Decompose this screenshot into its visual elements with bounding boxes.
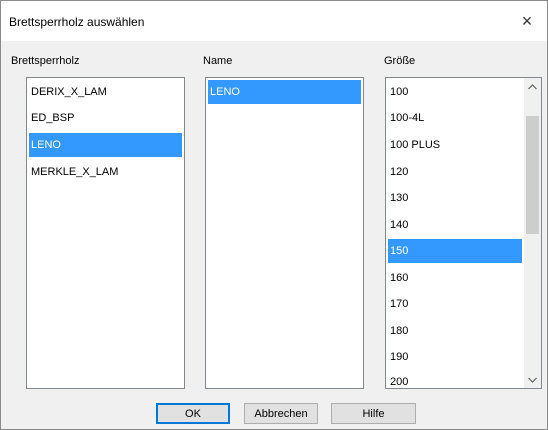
list-item[interactable]: DERIX_X_LAM [29, 80, 182, 104]
scroll-thumb[interactable] [526, 116, 539, 234]
close-icon: × [521, 10, 533, 31]
ok-button[interactable]: OK [156, 403, 230, 424]
title-bar: Brettsperrholz auswählen × [1, 1, 547, 41]
list-item[interactable]: 180 [388, 319, 522, 343]
list-item[interactable]: 100 [388, 80, 522, 104]
chevron-down-icon [528, 377, 537, 383]
list-item[interactable]: ED_BSP [29, 106, 182, 130]
scroll-down-button[interactable] [524, 371, 541, 388]
brettsperrholz-listbox[interactable]: DERIX_X_LAM ED_BSP LENO MERKLE_X_LAM [26, 77, 185, 389]
cancel-button[interactable]: Abbrechen [244, 403, 318, 424]
help-button[interactable]: Hilfe [331, 403, 416, 424]
groesse-listbox[interactable]: 100 100-4L 100 PLUS 120 130 140 150 160 … [385, 77, 542, 389]
name-label: Name [203, 55, 233, 67]
vertical-scrollbar[interactable] [524, 78, 541, 388]
list-item-selected[interactable]: LENO [208, 80, 361, 104]
window-title: Brettsperrholz auswählen [9, 15, 145, 29]
list-item[interactable]: 190 [388, 345, 522, 369]
scroll-up-button[interactable] [524, 78, 541, 95]
list-item[interactable]: 170 [388, 292, 522, 316]
list-item-selected[interactable]: LENO [29, 133, 182, 157]
name-listbox[interactable]: LENO [205, 77, 364, 389]
list-item[interactable]: 200 [388, 370, 522, 388]
list-item[interactable]: MERKLE_X_LAM [29, 160, 182, 184]
groesse-label: Größe [384, 55, 416, 67]
list-item[interactable]: 120 [388, 160, 522, 184]
list-item[interactable]: 140 [388, 213, 522, 237]
list-item-selected[interactable]: 150 [388, 239, 522, 263]
dialog-window: Brettsperrholz auswählen × Brettsperrhol… [0, 0, 548, 430]
list-item[interactable]: 130 [388, 186, 522, 210]
list-item[interactable]: 100-4L [388, 106, 522, 130]
list-item[interactable]: 100 PLUS [388, 133, 522, 157]
list-item[interactable]: 160 [388, 266, 522, 290]
brettsperrholz-label: Brettsperrholz [11, 55, 80, 67]
close-button[interactable]: × [507, 1, 547, 41]
chevron-up-icon [528, 83, 537, 89]
